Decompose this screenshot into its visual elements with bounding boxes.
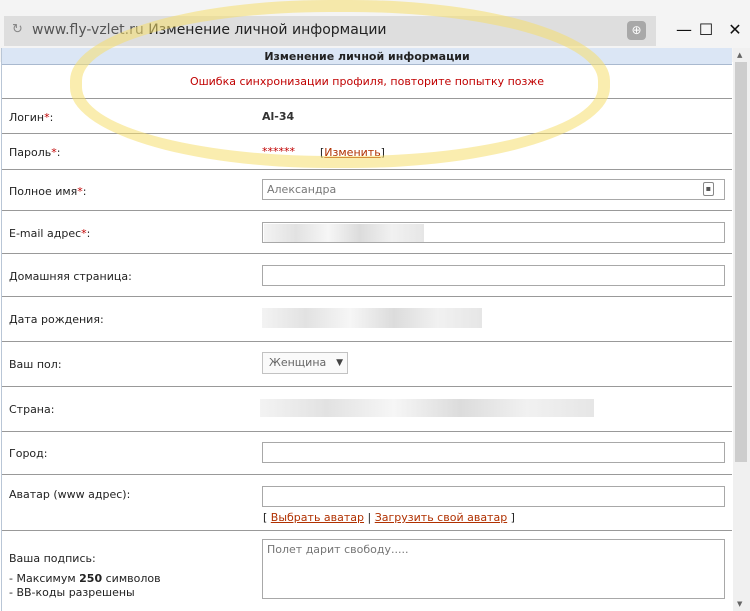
row-avatar: Аватар (www адрес): [ Выбрать аватар | З… (2, 475, 732, 531)
gender-value: Женщина (269, 356, 327, 369)
gender-label: Ваш пол: (9, 358, 62, 371)
scroll-up-icon[interactable]: ▲ (737, 51, 742, 59)
row-country: Страна: (2, 387, 732, 432)
fullname-label: Полное имя*: (9, 185, 87, 198)
email-blurred (264, 224, 424, 242)
row-login: Логин*: Al-34 (2, 99, 732, 134)
avatar-links: [ Выбрать аватар | Загрузить свой аватар… (263, 511, 515, 524)
signature-label: Ваша подпись: (9, 552, 96, 565)
close-icon[interactable]: ✕ (724, 18, 746, 42)
fullname-input[interactable]: Александра ▪ (262, 179, 725, 200)
row-city: Город: (2, 432, 732, 475)
url-host: www.fly-vzlet.ru (32, 22, 144, 38)
contact-card-icon[interactable]: ▪ (703, 182, 714, 196)
row-birthdate: Дата рождения: (2, 297, 732, 342)
choose-avatar-link[interactable]: Выбрать аватар (271, 511, 364, 524)
url-title: Изменение личной информации (148, 22, 387, 38)
login-value: Al-34 (262, 110, 295, 123)
homepage-input[interactable] (262, 265, 725, 286)
address-text[interactable]: www.fly-vzlet.ru Изменение личной информ… (32, 20, 387, 40)
maximize-icon[interactable]: ☐ (695, 18, 717, 42)
scrollbar[interactable]: ▲ ▼ (733, 48, 750, 611)
row-signature: Ваша подпись: - Максимум 250 символов - … (2, 531, 732, 611)
chevron-down-icon: ▼ (336, 358, 343, 368)
login-label: Логин*: (9, 111, 54, 124)
scroll-down-icon[interactable]: ▼ (737, 600, 742, 608)
city-label: Город: (9, 447, 48, 460)
profile-panel: Изменение личной информации Ошибка синхр… (1, 48, 732, 611)
signature-hint-max: - Максимум 250 символов (9, 572, 161, 585)
error-message: Ошибка синхронизации профиля, повторите … (2, 65, 732, 99)
country-blurred[interactable] (260, 399, 594, 417)
email-label: E-mail адрес*: (9, 227, 91, 240)
birthdate-label: Дата рождения: (9, 313, 104, 326)
country-label: Страна: (9, 403, 55, 416)
birthdate-blurred[interactable] (262, 308, 482, 328)
row-homepage: Домашняя страница: (2, 254, 732, 297)
avatar-input[interactable] (262, 486, 725, 507)
city-input[interactable] (262, 442, 725, 463)
change-password-link[interactable]: Изменить (324, 146, 380, 159)
reload-icon[interactable]: ↻ (12, 21, 26, 39)
row-email: E-mail адрес*: (2, 211, 732, 254)
minimize-icon[interactable]: — (673, 18, 695, 42)
row-fullname: Полное имя*: Александра ▪ (2, 170, 732, 211)
signature-hint-bb: - BB-коды разрешены (9, 586, 135, 599)
password-mask: ****** (262, 145, 295, 158)
avatar-label: Аватар (www адрес): (9, 488, 131, 501)
upload-avatar-link[interactable]: Загрузить свой аватар (375, 511, 507, 524)
globe-icon[interactable]: ⊕ (627, 21, 646, 40)
signature-textarea[interactable] (262, 539, 725, 599)
gender-select[interactable]: Женщина ▼ (262, 352, 348, 374)
row-password: Пароль*: ****** [Изменить] (2, 134, 732, 170)
fullname-value: Александра (267, 183, 337, 196)
password-change: [Изменить] (320, 146, 385, 159)
row-gender: Ваш пол: Женщина ▼ (2, 342, 732, 387)
scrollbar-thumb[interactable] (735, 62, 747, 462)
password-label: Пароль*: (9, 146, 61, 159)
homepage-label: Домашняя страница: (9, 270, 132, 283)
panel-heading: Изменение личной информации (2, 48, 732, 65)
